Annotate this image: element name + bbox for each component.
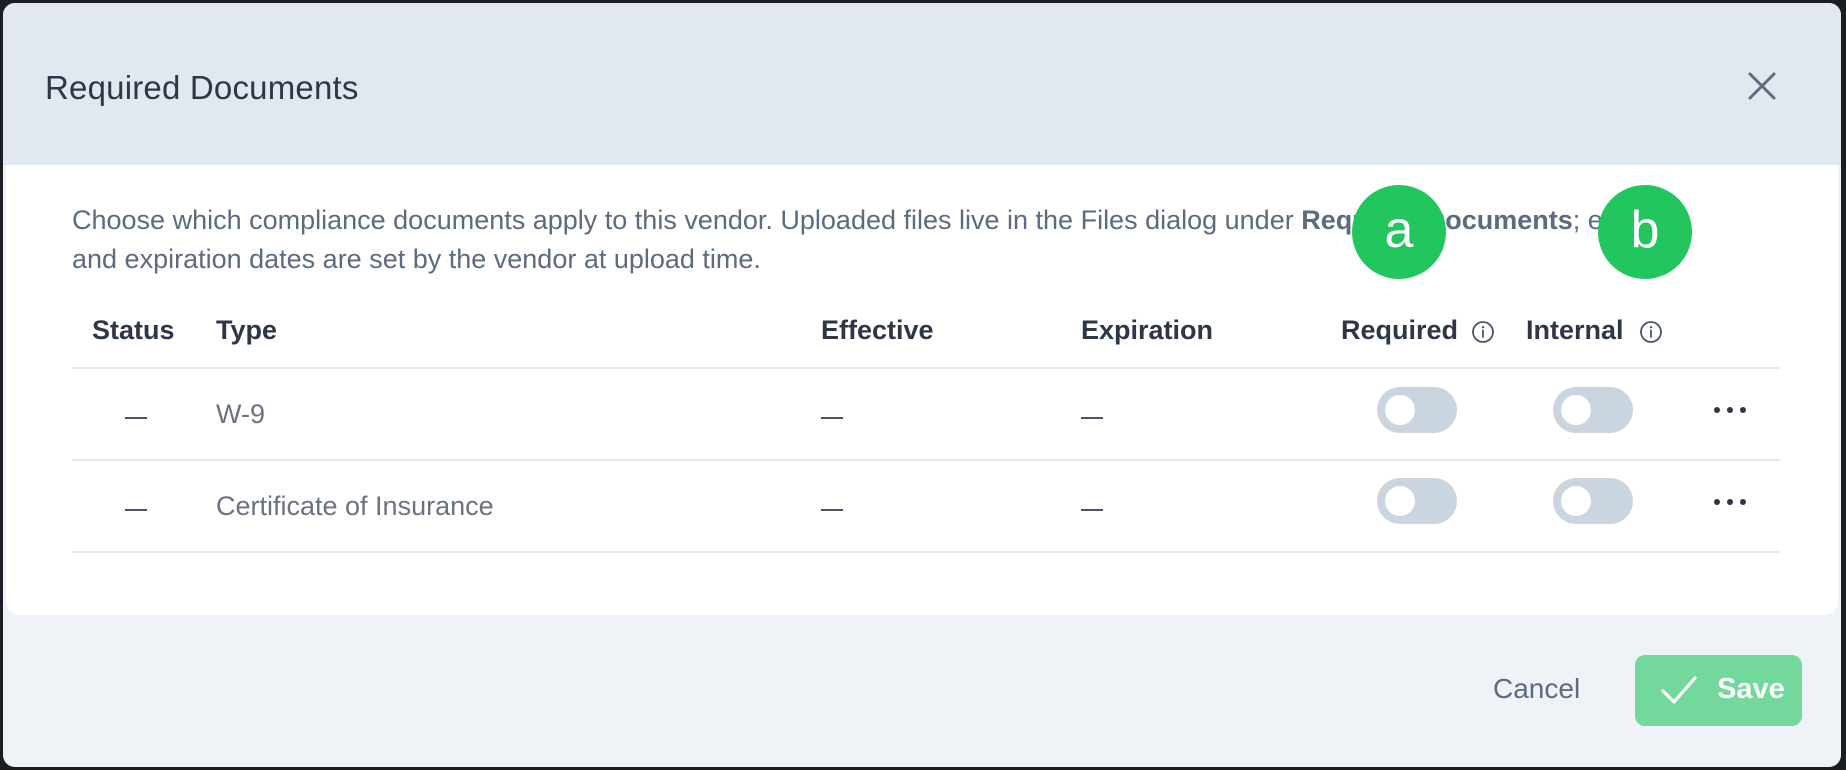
column-header-status: Status [92,315,175,345]
internal-info-icon[interactable] [1639,320,1663,344]
expiration-value [1081,509,1103,511]
column-header-required: Required [1341,315,1459,345]
cancel-button[interactable]: Cancel [1493,673,1580,705]
expiration-value [1081,417,1103,419]
toggle-knob [1561,395,1591,425]
required-toggle[interactable] [1377,387,1457,433]
close-icon [1748,72,1776,100]
column-header-effective: Effective [821,315,934,345]
more-horizontal-icon[interactable] [1712,403,1748,417]
status-value [125,417,147,419]
toggle-knob [1561,486,1591,516]
document-type: W-9 [216,399,266,429]
dialog-title: Required Documents [45,69,359,106]
annotation-marker-b: b [1598,185,1692,279]
row-divider [72,459,1780,461]
dialog-description: Choose which compliance documents apply … [72,201,1702,279]
toggle-knob [1385,395,1415,425]
effective-value [821,509,843,511]
description-text: Choose which compliance documents apply … [72,205,1302,235]
dialog-header: Required Documents [3,3,1841,165]
internal-toggle[interactable] [1553,387,1633,433]
save-button-label: Save [1717,673,1785,705]
effective-value [821,417,843,419]
column-header-expiration: Expiration [1081,315,1214,345]
close-button[interactable] [1745,69,1779,103]
column-header-internal: Internal [1526,315,1624,345]
check-icon [1661,676,1697,704]
toggle-knob [1385,486,1415,516]
save-button[interactable]: Save [1635,655,1802,726]
document-type: Certificate of Insurance [216,491,494,521]
annotation-marker-a: a [1352,185,1446,279]
internal-toggle[interactable] [1553,478,1633,524]
required-toggle[interactable] [1377,478,1457,524]
required-documents-dialog: Required Documents Choose which complian… [3,3,1841,767]
header-divider [72,367,1780,369]
status-value [125,509,147,511]
required-info-icon[interactable] [1471,320,1495,344]
more-horizontal-icon[interactable] [1712,495,1748,509]
row-divider [72,551,1780,553]
column-header-type: Type [216,315,278,345]
dialog-body: Choose which compliance documents apply … [6,165,1838,615]
